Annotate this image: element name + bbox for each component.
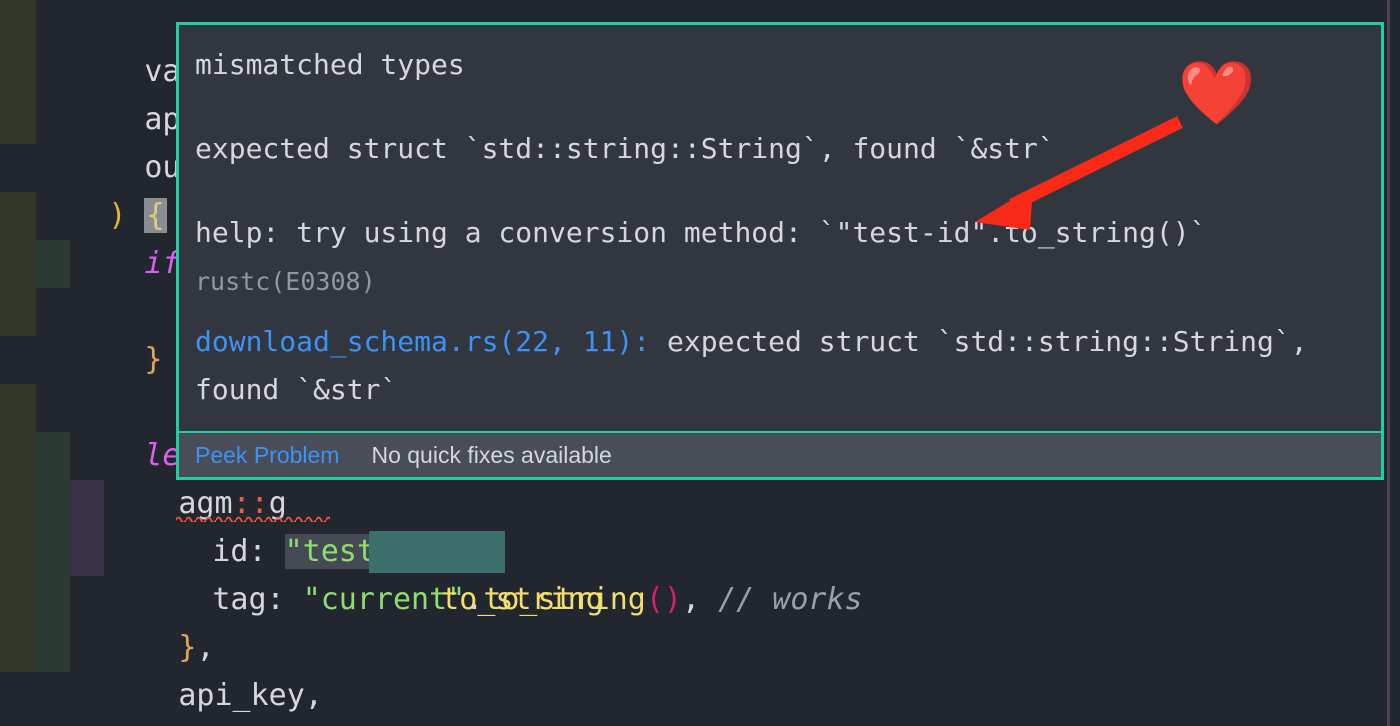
tooltip-spacer [195, 306, 1365, 318]
error-squiggle-underline [176, 514, 330, 522]
tooltip-rustc-code: rustc(E0308) [195, 267, 376, 296]
tooltip-spacer [195, 173, 1365, 209]
no-quick-fixes-label: No quick fixes available [371, 441, 612, 468]
code-line[interactable]: api_key, [0, 624, 1400, 713]
tooltip-spacer [195, 89, 1365, 125]
tooltip-location-line: download_schema.rs(22, 11): expected str… [195, 318, 1365, 414]
tooltip-location-link[interactable]: download_schema.rs(22, 11): [195, 325, 650, 358]
diagnostic-hover-tooltip[interactable]: mismatched types expected struct `std::s… [176, 22, 1384, 480]
tooltip-title: mismatched types [195, 48, 465, 81]
tooltip-body: mismatched types expected struct `std::s… [179, 25, 1381, 431]
tooltip-expected-line: expected struct `std::string::String`, f… [195, 132, 1055, 165]
code-brace: } [144, 342, 163, 377]
code-method-selected-overlay: to_string [441, 582, 604, 617]
code-editor-screenshot: variant:Chain api_key: output: ){ if tar… [0, 0, 1400, 726]
tooltip-help-text: help: try using a conversion method: `"t… [195, 216, 1207, 249]
code-line[interactable]: ) [0, 672, 1400, 720]
peek-problem-link[interactable]: Peek Problem [195, 442, 339, 469]
tooltip-help-line: help: try using a conversion method: `"t… [195, 209, 1365, 306]
code-line-overlay: to_string [0, 528, 1400, 617]
tooltip-footer: Peek Problem No quick fixes available [179, 431, 1381, 477]
editor-ruler-line [1387, 0, 1390, 726]
